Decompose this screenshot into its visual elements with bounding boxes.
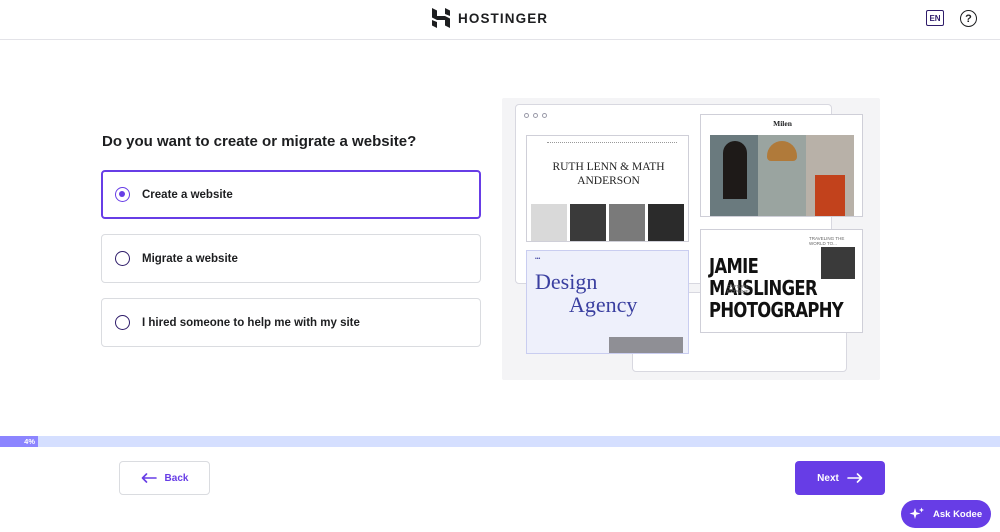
next-button[interactable]: Next (795, 461, 885, 495)
window-dots-icon (524, 113, 547, 118)
radio-button[interactable] (115, 187, 130, 202)
option-label: Create a website (142, 188, 233, 201)
option-hired-someone[interactable]: I hired someone to help me with my site (101, 298, 481, 347)
template-title: RUTH LENN & MATH ANDERSON (552, 161, 665, 187)
hostinger-logo[interactable]: HOSTINGER (432, 7, 548, 29)
template-photo (821, 247, 855, 279)
option-migrate-website[interactable]: Migrate a website (101, 234, 481, 283)
template-caption: CAPTURE EXTREME (727, 284, 749, 294)
option-create-website[interactable]: Create a website (101, 170, 481, 219)
template-photo (723, 141, 747, 199)
top-header: HOSTINGER EN ? (0, 0, 1000, 40)
option-label: I hired someone to help me with my site (142, 316, 360, 329)
progress-percentage: 4% (24, 437, 35, 446)
template-caption: TRAVELING THE WORLD TO... (809, 236, 845, 246)
option-label: Migrate a website (142, 252, 238, 265)
arrow-left-icon (141, 473, 157, 483)
template-card-wedding: RUTH LENN & MATH ANDERSON (526, 135, 689, 242)
template-nav (547, 142, 677, 145)
template-nav: ••• (535, 256, 541, 262)
arrow-right-icon (847, 473, 863, 483)
brand-name: HOSTINGER (458, 10, 549, 26)
next-button-label: Next (817, 472, 839, 484)
template-card-portfolio: Milen (700, 114, 863, 217)
template-card-design-agency: ••• Design Agency (526, 250, 689, 354)
hostinger-h-icon (432, 8, 450, 28)
question-circle-icon[interactable]: ? (960, 10, 977, 27)
language-selector-button[interactable]: EN (926, 10, 944, 26)
template-card-photography: JAMIE MAISLINGER PHOTOGRAPHY TRAVELING T… (700, 229, 863, 333)
progress-track (0, 436, 1000, 447)
template-photo (815, 175, 845, 216)
ask-kodee-label: Ask Kodee (933, 508, 983, 520)
template-photo (570, 204, 606, 241)
back-button[interactable]: Back (119, 461, 210, 495)
ask-kodee-button[interactable]: Ask Kodee (901, 500, 991, 528)
template-photo (609, 204, 645, 241)
template-photo (609, 337, 683, 353)
template-title: Milen (773, 119, 792, 128)
sparkle-icon (909, 507, 924, 519)
template-photo (648, 204, 684, 241)
radio-button[interactable] (115, 315, 130, 330)
template-title-line3: PHOTOGRAPHY (709, 298, 844, 322)
template-title-line1: Design (535, 269, 598, 294)
template-title-line2: Agency (569, 292, 638, 317)
page-question: Do you want to create or migrate a websi… (102, 133, 417, 150)
template-photo (531, 204, 567, 241)
back-button-label: Back (164, 472, 189, 484)
template-title-line1: JAMIE (709, 254, 759, 278)
radio-button[interactable] (115, 251, 130, 266)
template-title-line2: MAISLINGER (709, 276, 818, 300)
progress-fill: 4% (0, 436, 38, 447)
